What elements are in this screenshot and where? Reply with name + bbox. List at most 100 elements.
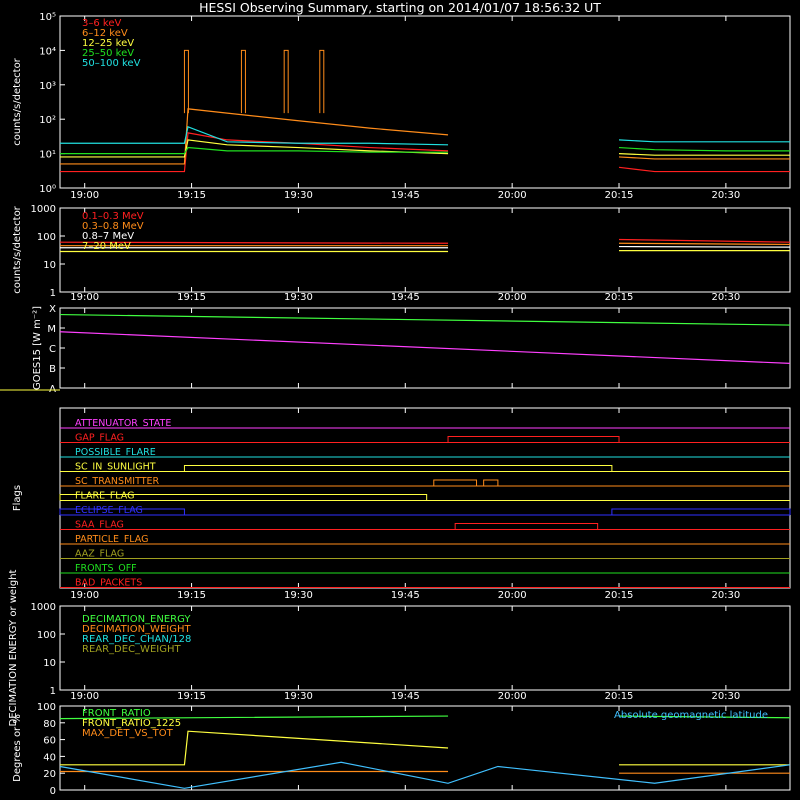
panel-1-series-3 [60, 139, 790, 158]
panel-2-series-1 [59, 238, 791, 244]
panel-1-ylabel: counts/s/detector [12, 57, 23, 145]
panel-2-ytick-label: 1000 [31, 204, 56, 215]
time-tick-label: 19:15 [177, 292, 206, 303]
panel-6-ytick-label: 0 [50, 786, 56, 797]
flare-spike [240, 49, 246, 114]
time-tick-label: 20:00 [498, 590, 527, 601]
panels: 19:00 19:15 19:30 19:45 20:00 20:15 20:3010⁰10… [0, 12, 791, 797]
panel-1-ytick-label: 10³ [39, 81, 56, 92]
hessi-summary-figure: HESSI Observing Summary, starting on 201… [0, 0, 791, 797]
flag-row-8-on [454, 523, 599, 530]
time-tick-label: 19:45 [391, 691, 420, 702]
panel-1-legend-5: 50–100 keV [82, 58, 141, 69]
time-tick-label: 20:30 [711, 590, 740, 601]
panel-4-frame [59, 407, 791, 589]
panel-6-ytick-label: 20 [43, 769, 56, 780]
time-tick-label: 20:00 [498, 292, 527, 303]
time-tick-label: 20:00 [498, 190, 527, 201]
panel-1-ytick-label: 10⁰ [39, 184, 56, 195]
flag-row-11-label: FRONTS_OFF [75, 563, 137, 574]
time-tick-label: 19:30 [284, 190, 313, 201]
time-tick-label: 19:45 [391, 190, 420, 201]
flag-row-8-label: SAA_FLAG [75, 520, 124, 531]
panel-1-series-5 [60, 126, 790, 146]
flag-row-2-label: GAP_FLAG [75, 433, 124, 444]
flare-spike [283, 49, 289, 114]
panel-5-ytick-label: 10 [43, 658, 56, 669]
panel-5-legend-4: REAR_DEC_WEIGHT [82, 644, 181, 655]
time-tick-label: 19:15 [177, 190, 206, 201]
time-tick-label: 20:30 [711, 691, 740, 702]
panel-3-ytick-label: B [49, 364, 56, 375]
panel-4-ylabel: Flags [12, 485, 23, 511]
panel-6-legend-4: Absolute geomagnetic latitude [614, 710, 768, 721]
panel-2-ylabel: counts/s/detector [12, 205, 23, 293]
time-tick-label: 20:15 [605, 292, 634, 303]
panel-3-ytick-label: X [49, 304, 56, 315]
flag-row-9-label: PARTICLE_FLAG [75, 534, 148, 545]
flag-row-3-label: POSSIBLE_FLARE [75, 447, 156, 458]
flag-row-10-label: AAZ_FLAG [75, 549, 124, 560]
time-tick-label: 19:45 [391, 590, 420, 601]
panel-1-ytick-label: 10² [39, 115, 56, 126]
time-tick-label: 19:30 [284, 590, 313, 601]
flag-row-1-label: ATTENUATOR_STATE [75, 418, 171, 429]
panel-2-ytick-label: 10 [43, 260, 56, 271]
time-tick-label: 19:30 [284, 691, 313, 702]
panel-2-series-3 [60, 245, 791, 249]
flag-row-4-label: SC_IN_SUNLIGHT [75, 462, 156, 473]
time-tick-label: 19:15 [177, 691, 206, 702]
panel-6-series-4 [59, 761, 791, 789]
time-tick-label: 20:15 [605, 691, 634, 702]
time-tick-label: 20:30 [711, 190, 740, 201]
panel-3-ytick-label: M [47, 324, 56, 335]
panel-6-ytick-label: 100 [37, 702, 56, 713]
flag-row-6-label: FLARE_FLAG [75, 491, 135, 502]
panel-5-ylabel: DECIMATION ENERGY or weight [8, 569, 19, 726]
panel-6-ytick-label: 60 [43, 736, 56, 747]
panel-1-series-4 [60, 146, 790, 155]
panel-2-series-4 [60, 250, 790, 253]
flag-row-12-label: BAD_PACKETS [75, 578, 142, 589]
panel-5-ytick-label: 1 [50, 686, 56, 697]
time-tick-label: 20:00 [498, 691, 527, 702]
panel-2-legend-4: 7–20 MeV [82, 241, 131, 252]
panel-6-ylabel: Degrees or % [12, 714, 23, 782]
panel-1-ytick-label: 10⁵ [39, 12, 56, 23]
panel-6-legend-3: MAX_DET_VS_TOT [82, 728, 174, 739]
flag-row-7-label: ECLIPSE_FLAG [75, 505, 143, 516]
panel-5-ytick-label: 1000 [31, 602, 56, 613]
time-tick-label: 19:00 [70, 190, 99, 201]
flag-row-5-on [433, 479, 478, 486]
panel-3-ytick-label: C [49, 344, 56, 355]
panel-6-series-3 [60, 770, 790, 774]
panel-5-ytick-label: 100 [37, 630, 56, 641]
time-tick-label: 20:15 [605, 590, 634, 601]
time-tick-label: 19:45 [391, 292, 420, 303]
panel-1-ytick-label: 10¹ [39, 150, 56, 161]
flag-row-5-label: SC_TRANSMITTER [75, 476, 160, 487]
flag-row-2-on [447, 436, 620, 443]
panel-3-ylabel: GOES15 [W m⁻²] [32, 306, 43, 390]
flare-spike [183, 49, 189, 114]
time-tick-label: 19:30 [284, 292, 313, 303]
time-tick-label: 19:00 [70, 590, 99, 601]
panel-6-ytick-label: 80 [43, 719, 56, 730]
flag-row-4-on [183, 465, 613, 472]
flag-row-7-on [611, 508, 791, 515]
panel-3-series-1 [59, 313, 791, 326]
panel-3-series-2 [59, 331, 791, 364]
panel-1-frame [59, 15, 791, 189]
panel-1-ytick-label: 10⁴ [39, 46, 56, 57]
time-tick-label: 19:00 [70, 292, 99, 303]
panel-6-ytick-label: 40 [43, 752, 56, 763]
panel-2-ytick-label: 100 [37, 232, 56, 243]
panel-2-ytick-label: 1 [50, 288, 56, 299]
time-tick-label: 19:00 [70, 691, 99, 702]
flare-spike [319, 49, 325, 114]
panel-2-frame [59, 207, 791, 293]
time-tick-label: 19:15 [177, 590, 206, 601]
time-tick-label: 20:30 [711, 292, 740, 303]
flag-row-5-on [483, 479, 499, 486]
time-tick-label: 20:15 [605, 190, 634, 201]
